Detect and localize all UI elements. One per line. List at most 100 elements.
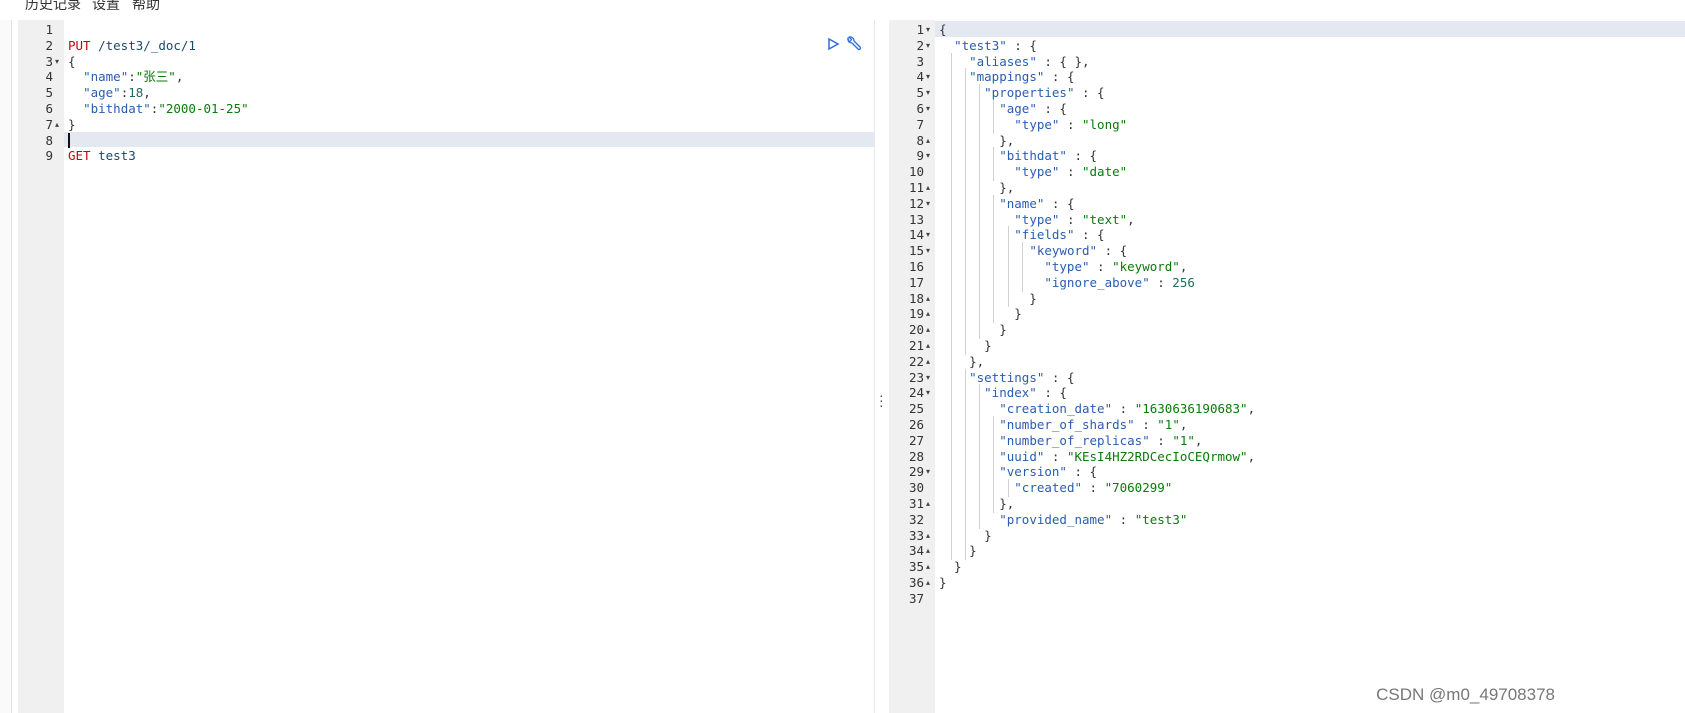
play-triangle-icon[interactable] <box>826 37 840 51</box>
fold-arrow-down-icon[interactable]: ▾ <box>926 463 930 480</box>
response-code-line: "settings" : { <box>935 369 1685 386</box>
code-token: : { <box>1074 227 1105 243</box>
response-code-line: }, <box>935 495 1685 512</box>
fold-arrow-down-icon[interactable]: ▾ <box>926 84 930 101</box>
response-code-line: "ignore_above" : 256 <box>935 274 1685 291</box>
code-token: } <box>939 290 1037 306</box>
code-token: : { <box>1044 195 1075 211</box>
response-line-number: 32 <box>908 511 924 527</box>
response-code-line: "bithdat" : { <box>935 147 1685 164</box>
response-editor[interactable]: { "test3" : { "aliases" : { }, "mappings… <box>889 20 1685 713</box>
fold-arrow-up-icon[interactable]: ▴ <box>926 574 930 591</box>
response-code-line: "index" : { <box>935 384 1685 401</box>
wrench-icon[interactable] <box>844 36 862 52</box>
response-code-line: } <box>935 558 1685 575</box>
code-token: : <box>1149 274 1173 290</box>
indent-guide <box>979 384 981 529</box>
response-line-number: 14 <box>908 227 924 243</box>
fold-arrow-down-icon[interactable]: ▾ <box>926 242 930 259</box>
code-token: "number_of_shards" <box>999 417 1135 432</box>
fold-arrow-up-icon[interactable]: ▴ <box>926 132 930 149</box>
code-token: "creation_date" <box>999 401 1113 417</box>
response-line-number: 31 <box>908 496 924 511</box>
fold-arrow-down-icon[interactable]: ▾ <box>926 195 930 212</box>
code-token: , <box>1127 211 1135 227</box>
request-code-line: GET test3 <box>64 147 874 164</box>
response-line-number: 4 <box>916 69 924 85</box>
response-code-line: "aliases" : { }, <box>935 53 1685 70</box>
menu-settings[interactable]: 设置 <box>92 0 120 14</box>
code-token: "keyword" <box>1112 259 1180 274</box>
code-token: : { <box>1097 243 1128 259</box>
indent-guide <box>1007 479 1009 497</box>
code-token: , <box>143 85 151 101</box>
code-token: , <box>175 69 184 85</box>
code-token: "keyword" <box>1029 243 1098 259</box>
response-line-number: 30 <box>908 480 924 496</box>
menu-history[interactable]: 历史记录 <box>25 0 81 14</box>
request-editor[interactable]: PUT /test3/_doc/1{ "name":"张三", "age":18… <box>18 20 874 713</box>
fold-arrow-down-icon[interactable]: ▾ <box>926 68 930 85</box>
fold-arrow-up-icon[interactable]: ▴ <box>926 353 930 370</box>
fold-arrow-up-icon[interactable]: ▴ <box>926 337 930 354</box>
fold-arrow-up-icon[interactable]: ▴ <box>926 179 930 196</box>
code-token: { <box>68 53 76 69</box>
code-token: "type" <box>1014 116 1060 132</box>
menu-help[interactable]: 帮助 <box>132 0 160 14</box>
code-token: "type" <box>1044 259 1090 274</box>
vertical-ellipsis-icon[interactable]: · · · <box>879 388 884 412</box>
fold-arrow-down-icon[interactable]: ▾ <box>926 226 930 243</box>
response-code-line: }, <box>935 179 1685 196</box>
response-code-line: "type" : "date" <box>935 163 1685 180</box>
fold-arrow-up-icon[interactable]: ▴ <box>926 495 930 512</box>
code-token: : <box>1089 259 1113 274</box>
response-code-line: } <box>935 290 1685 307</box>
response-line-number: 5 <box>916 85 924 101</box>
fold-arrow-down-icon[interactable]: ▾ <box>926 21 930 38</box>
pane-splitter[interactable] <box>874 20 890 713</box>
response-line-number: 24 <box>908 385 924 401</box>
code-token: "name" <box>999 195 1045 211</box>
response-line-number: 20 <box>908 322 924 338</box>
code-token: "KEsI4HZ2RDCecIoCEQrmow" <box>1066 448 1248 464</box>
response-code-line: "creation_date" : "1630636190683", <box>935 400 1685 417</box>
fold-arrow-up-icon[interactable]: ▴ <box>926 321 930 338</box>
code-token: "test3" <box>954 37 1007 53</box>
indent-guide <box>979 84 981 339</box>
response-code-line: }, <box>935 132 1685 149</box>
fold-arrow-up-icon[interactable]: ▴ <box>926 290 930 307</box>
fold-arrow-up-icon[interactable]: ▴ <box>55 116 59 133</box>
code-token: : <box>128 69 136 85</box>
fold-arrow-up-icon[interactable]: ▴ <box>926 558 930 575</box>
indent-guide <box>993 416 995 513</box>
response-line-number: 7 <box>916 116 924 132</box>
code-token: } <box>939 543 977 559</box>
indent-guide <box>993 194 995 324</box>
code-token: : { <box>1044 69 1075 85</box>
response-code-line: } <box>935 305 1685 322</box>
fold-arrow-up-icon[interactable]: ▴ <box>926 542 930 559</box>
response-code-line: { <box>935 21 1685 38</box>
request-line-number: 6 <box>45 101 53 116</box>
fold-arrow-down-icon[interactable]: ▾ <box>926 37 930 54</box>
code-token: : { <box>1066 464 1098 480</box>
response-line-number: 12 <box>908 195 924 211</box>
code-token: "settings" <box>969 369 1045 385</box>
response-line-number: 18 <box>908 290 924 306</box>
fold-arrow-down-icon[interactable]: ▾ <box>55 53 59 70</box>
fold-arrow-down-icon[interactable]: ▾ <box>926 147 930 164</box>
fold-arrow-up-icon[interactable]: ▴ <box>926 527 930 544</box>
code-token: } <box>939 322 1007 338</box>
fold-arrow-down-icon[interactable]: ▾ <box>926 384 930 401</box>
request-editor-content[interactable]: PUT /test3/_doc/1{ "name":"张三", "age":18… <box>64 20 874 713</box>
response-code-line: "fields" : { <box>935 226 1685 243</box>
response-code-line: "name" : { <box>935 195 1685 212</box>
fold-arrow-up-icon[interactable]: ▴ <box>926 305 930 322</box>
response-line-number: 16 <box>908 259 924 274</box>
fold-arrow-down-icon[interactable]: ▾ <box>926 369 930 386</box>
response-code-line: "mappings" : { <box>935 68 1685 85</box>
indent-guide <box>993 100 995 134</box>
fold-arrow-down-icon[interactable]: ▾ <box>926 100 930 117</box>
code-token: "uuid" <box>999 448 1045 464</box>
